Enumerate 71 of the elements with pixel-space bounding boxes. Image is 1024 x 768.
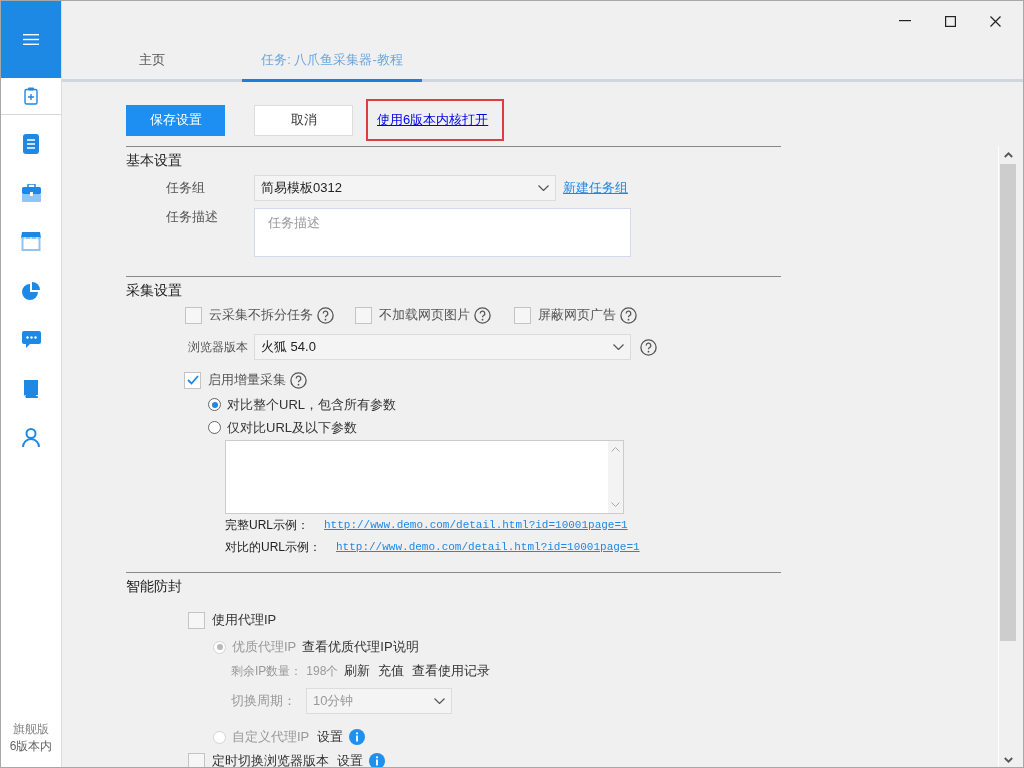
chevron-down-icon [611,502,620,507]
help-icon[interactable] [640,338,657,356]
settings-link[interactable]: 设置 [337,752,363,767]
help-icon[interactable] [620,306,637,324]
checkbox[interactable] [185,306,202,324]
close-icon[interactable] [990,15,1001,27]
switch-period-label: 切换周期： [231,692,296,710]
option-label: 优质代理IP [232,638,297,656]
document-list-icon [23,133,39,154]
checkbox[interactable] [514,306,531,324]
info-icon[interactable] [369,753,385,767]
help-icon[interactable] [290,371,307,389]
section-title: 采集设置 [126,281,183,299]
chevron-down-icon [538,185,549,191]
maximize-icon[interactable] [945,15,956,27]
option-label: 自定义代理IP [232,728,310,746]
remaining-ip-label: 剩余IP数量： [231,662,303,680]
task-group-select[interactable]: 简易模板0312 [254,175,556,201]
book-icon [23,379,39,398]
option-label: 定时切换浏览器版本 [212,752,329,767]
checkbox[interactable] [355,306,372,324]
scrollbar-thumb[interactable] [1000,164,1016,641]
option-label: 对比整个URL，包含所有参数 [227,395,396,414]
pie-chart-icon [22,281,40,300]
info-icon[interactable] [349,729,366,745]
example-label: 对比的URL示例： [225,538,321,556]
proxy-action-link[interactable]: 充值 [378,662,405,680]
briefcase-icon [21,183,41,202]
option-label: 不加载网页图片 [379,306,470,324]
section-title: 基本设置 [126,151,183,169]
option-label: 使用代理IP [212,611,277,629]
store-icon [21,232,41,251]
proxy-action-link[interactable]: 刷新 [344,662,371,680]
tab[interactable]: 主页 [62,41,242,82]
cancel-button[interactable]: 取消 [254,104,353,136]
browser-version-select[interactable]: 火狐 54.0 [254,334,631,360]
help-icon[interactable] [474,306,491,324]
chat-bubble-icon [21,331,41,348]
chevron-up-icon [1003,152,1013,158]
checkbox[interactable] [188,752,205,767]
menu-icon[interactable] [23,34,39,45]
edition-label: 旗舰版 [13,721,49,738]
option-label: 屏蔽网页广告 [538,306,616,324]
section-title: 智能防封 [126,577,183,595]
option-label: 仅对比URL及以下参数 [227,418,357,437]
field-label: 浏览器版本 [188,338,249,356]
checkbox[interactable] [184,371,201,389]
field-label: 任务描述 [165,208,219,226]
checkbox[interactable] [188,611,205,629]
remaining-ip-count: 198个 [306,662,339,680]
scrollbar[interactable] [998,146,1017,767]
task-description-field[interactable]: 任务描述 [254,208,631,257]
radio-button[interactable] [208,398,221,411]
chevron-down-icon [613,344,624,350]
proxy-action-link[interactable]: 查看使用记录 [412,662,491,680]
chevron-down-icon [1003,757,1013,763]
scrollbar[interactable] [608,441,623,513]
help-icon[interactable] [317,306,334,324]
person-icon [22,428,40,447]
option-label: 启用增量采集 [208,371,286,389]
clipboard-plus-icon [24,87,38,105]
parameters-field[interactable] [225,440,624,514]
example-label: 完整URL示例： [225,516,309,534]
chevron-up-icon [611,447,620,452]
open-with-kernel-link[interactable]: 使用6版本内核打开 [377,112,489,127]
minimize-icon[interactable] [899,20,911,22]
field-label: 任务组 [165,179,206,197]
chevron-down-icon [434,698,445,704]
radio-button[interactable] [208,421,221,434]
option-label: 云采集不拆分任务 [209,306,313,324]
edition-label: 6版本内 [9,738,53,755]
